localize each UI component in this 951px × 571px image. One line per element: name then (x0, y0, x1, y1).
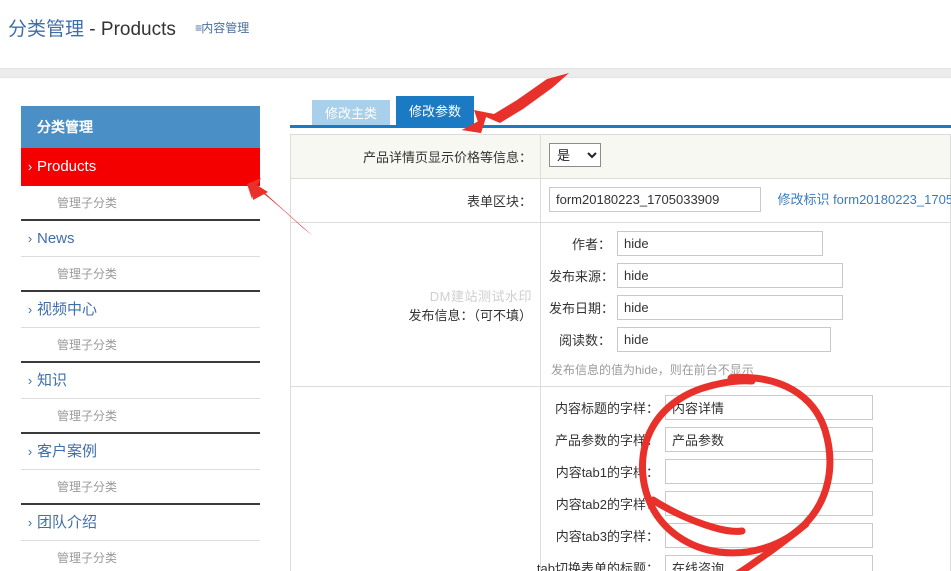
sidebar-item-label: 知识 (37, 372, 68, 389)
publish-info-label: 发布信息：（可不填） (408, 307, 532, 323)
tab-form-title-row: tab切换表单的标题： (537, 555, 950, 571)
tab-edit-parameters[interactable]: 修改参数 (396, 96, 475, 128)
sidebar-subitem-customer-cases[interactable]: 管理子分类 (21, 470, 260, 505)
sidebar-subitem-label: 管理子分类 (57, 480, 118, 494)
read-count-label: 阅读数： (558, 333, 611, 348)
sidebar-subitem-label: 管理子分类 (57, 409, 118, 423)
tab-underline (290, 125, 951, 128)
publish-date-label: 发布日期： (549, 301, 615, 316)
chevron-right-icon: › (27, 231, 33, 246)
sidebar-item-label: Products (37, 158, 97, 175)
sidebar-item-knowledge[interactable]: › 知识 (21, 363, 260, 399)
form-block-label: 表单区块： (290, 178, 541, 223)
form-row-price-display: 产品详情页显示价格等信息： 是 否 (290, 134, 951, 179)
content-tab3-wording-row: 内容tab3的字样： (549, 523, 950, 548)
sidebar-item-products[interactable]: › Products (21, 148, 260, 186)
sidebar-subitem-news[interactable]: 管理子分类 (21, 257, 260, 292)
content-title-wording-row: 内容标题的字样： (549, 395, 950, 420)
author-input[interactable] (617, 231, 823, 256)
wording-label-cell (290, 386, 541, 571)
sidebar-item-news[interactable]: › News (21, 221, 260, 257)
content-tab2-wording-row: 内容tab2的字样： (549, 491, 950, 516)
page-title-en: Products (100, 19, 176, 40)
publish-info-label-cell: DM建站测试水印 发布信息：（可不填） (290, 222, 541, 387)
tab-form-title-input[interactable] (665, 555, 873, 571)
sidebar-item-video-center[interactable]: › 视频中心 (21, 292, 260, 328)
edit-identifier-link[interactable]: 修改标识 form20180223_1705033909 (777, 192, 951, 207)
sidebar-item-label: News (37, 230, 75, 247)
sidebar-subitem-knowledge[interactable]: 管理子分类 (21, 399, 260, 434)
page-title: 分类管理 - Products ≡内容管理 (8, 14, 951, 41)
tab-bar: 修改主类 修改参数 (290, 96, 951, 128)
content-tab3-wording-label: 内容tab3的字样： (555, 529, 659, 544)
read-count-field-row: 阅读数： (549, 327, 950, 352)
content-tab1-wording-row: 内容tab1的字样： (549, 459, 950, 484)
sidebar-subitem-label: 管理子分类 (57, 551, 118, 565)
page-header: 分类管理 - Products ≡内容管理 (0, 0, 951, 68)
source-input[interactable] (617, 263, 843, 288)
source-field-row: 发布来源： (549, 263, 950, 288)
sidebar-subitem-label: 管理子分类 (57, 196, 118, 210)
chevron-right-icon: › (27, 302, 33, 317)
form-row-wording: 内容标题的字样： 产品参数的字样： 内容tab1的字样： 内容tab2的字样： (290, 386, 951, 571)
chevron-right-icon: › (27, 444, 33, 459)
product-params-wording-input[interactable] (665, 427, 873, 452)
price-display-label: 产品详情页显示价格等信息： (290, 134, 541, 179)
sidebar-item-label: 团队介绍 (37, 514, 98, 531)
category-sidebar: 分类管理 › Products 管理子分类 › News 管理子分类 › 视频中心 管… (21, 106, 260, 571)
sidebar-subitem-products[interactable]: 管理子分类 (21, 186, 260, 221)
parameters-form: 产品详情页显示价格等信息： 是 否 表单区块： 修改标识 form2018022… (290, 134, 951, 571)
sidebar-subitem-label: 管理子分类 (57, 267, 118, 281)
content-tab2-wording-label: 内容tab2的字样： (555, 497, 659, 512)
author-field-row: 作者： (549, 231, 950, 256)
product-params-wording-row: 产品参数的字样： (549, 427, 950, 452)
wording-fields-cell: 内容标题的字样： 产品参数的字样： 内容tab1的字样： 内容tab2的字样： (537, 386, 951, 571)
page-title-separator: - (84, 19, 101, 40)
product-params-wording-label: 产品参数的字样： (554, 433, 659, 448)
content-management-link[interactable]: ≡内容管理 (195, 21, 249, 35)
app-screen: 分类管理 - Products ≡内容管理 分类管理 › Products 管理子… (0, 0, 951, 571)
publish-date-field-row: 发布日期： (549, 295, 950, 320)
content-tab3-wording-input[interactable] (665, 523, 873, 548)
sidebar-item-label: 客户案例 (37, 443, 98, 460)
price-display-select[interactable]: 是 否 (549, 143, 601, 167)
publish-info-hint: 发布信息的值为hide，则在前台不显示 (551, 363, 754, 377)
form-row-form-block: 表单区块： 修改标识 form20180223_1705033909 (290, 178, 951, 223)
sidebar-item-customer-cases[interactable]: › 客户案例 (21, 434, 260, 470)
sidebar-item-team-intro[interactable]: › 团队介绍 (21, 505, 260, 541)
price-display-value-cell: 是 否 (540, 134, 951, 179)
page-title-cn: 分类管理 (8, 19, 85, 40)
publish-date-input[interactable] (617, 295, 843, 320)
sidebar-item-label: 视频中心 (37, 301, 98, 318)
form-block-input[interactable] (549, 187, 761, 212)
header-divider-band (0, 68, 951, 78)
content-tab1-wording-input[interactable] (665, 459, 873, 484)
tab-form-title-label: tab切换表单的标题： (536, 561, 659, 571)
content-tab1-wording-label: 内容tab1的字样： (555, 465, 659, 480)
content-title-wording-input[interactable] (665, 395, 873, 420)
chevron-right-icon: › (27, 159, 33, 174)
form-row-publish-info: DM建站测试水印 发布信息：（可不填） 作者： 发布来源： 发布日期： (290, 222, 951, 387)
chevron-right-icon: › (27, 515, 33, 530)
content-management-label: 内容管理 (201, 21, 250, 35)
main-panel: 修改主类修改参数 产品详情页显示价格等信息： 是 否 表单区块： 修改标识 fo… (290, 96, 951, 571)
sidebar-subitem-team-intro[interactable]: 管理子分类 (21, 541, 260, 571)
content-title-wording-label: 内容标题的字样： (554, 401, 659, 416)
source-label: 发布来源： (549, 269, 615, 284)
tab-edit-main-category[interactable]: 修改主类 (312, 100, 391, 128)
form-block-value-cell: 修改标识 form20180223_1705033909 (540, 178, 951, 223)
content-tab2-wording-input[interactable] (665, 491, 873, 516)
chevron-right-icon: › (27, 373, 33, 388)
read-count-input[interactable] (617, 327, 831, 352)
sidebar-subitem-video-center[interactable]: 管理子分类 (21, 328, 260, 363)
watermark-text: DM建站测试水印 (429, 288, 532, 304)
sidebar-heading: 分类管理 (21, 106, 260, 148)
publish-info-fields-cell: 作者： 发布来源： 发布日期： 阅读数： 发布信息 (540, 222, 951, 387)
author-label: 作者： (571, 237, 611, 252)
sidebar-subitem-label: 管理子分类 (57, 338, 118, 352)
